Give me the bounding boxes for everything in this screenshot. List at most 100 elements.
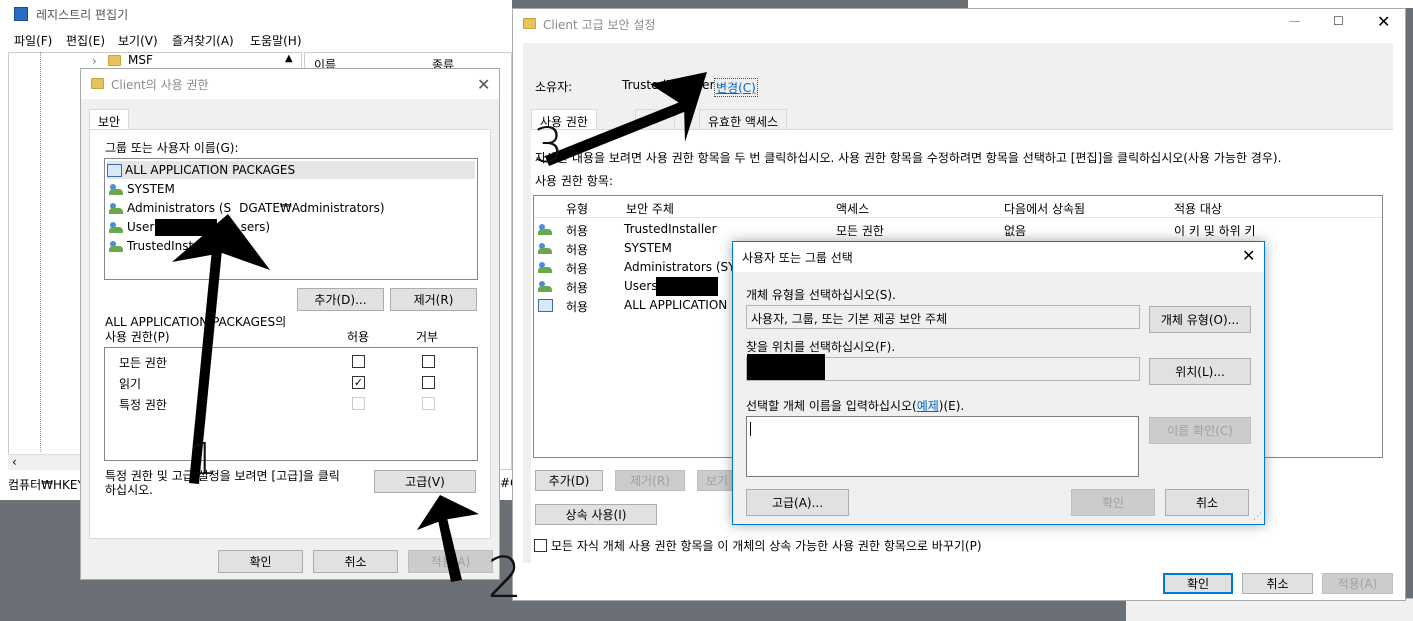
annotation-number-3: 3 [533,118,564,174]
background-window-strip [968,0,1413,8]
text-caret [750,422,751,436]
object-names-label-post: )(E). [938,399,965,413]
regedit-title: 레지스트리 편집기 [36,8,129,22]
select-advanced-button[interactable]: 고급(A)... [746,489,849,516]
maximize-icon[interactable]: ☐ [1333,14,1344,28]
select-cancel-button[interactable]: 취소 [1165,489,1249,516]
remove-principal-button[interactable]: 제거(R) [390,288,477,311]
users-icon [538,280,553,293]
column-type[interactable]: 유형 [566,200,588,217]
object-type-value: 사용자, 그룹, 또는 기본 제공 보안 주체 [751,312,948,326]
permissions-for-line2: 사용 권한(P) [105,330,170,344]
add-principal-button[interactable]: 추가(D)... [297,288,384,311]
advanced-button[interactable]: 고급(V) [374,470,476,493]
list-item[interactable]: TrustedInstal [109,237,204,255]
list-item[interactable]: Administrators (S DGATE₩Administrators) [109,199,385,217]
list-item[interactable]: SYSTEM [109,180,175,198]
row-applies: 이 키 및 하위 키 [1174,224,1256,238]
examples-link[interactable]: 예제 [917,399,939,413]
group-user-list[interactable]: ALL APPLICATION PACKAGES SYSTEM Administ… [104,158,478,280]
scroll-left-icon[interactable]: ‹ [12,455,17,469]
permissions-ok-button[interactable]: 확인 [218,550,303,573]
deny-read-checkbox[interactable] [422,376,435,389]
tree-node-msf[interactable]: MSF [128,53,153,67]
menu-help[interactable]: 도움말(H) [250,32,302,49]
add-entry-button[interactable]: 추가(D) [535,470,603,491]
tree-expander-icon[interactable]: › [92,54,97,68]
row-principal: SYSTEM [624,241,672,255]
list-item[interactable]: ALL APPLICATION PACKAGES [107,161,475,179]
advanced-ok-button[interactable]: 확인 [1163,573,1233,594]
principal-name: Administrators (S [127,201,232,215]
close-icon[interactable]: ✕ [477,75,490,94]
annotation-number-2: 2 [487,546,523,611]
advanced-apply-button[interactable]: 적용(A) [1322,573,1393,594]
select-user-dialog: 사용자 또는 그룹 선택 ✕ 개체 유형을 선택하십시오(S). 사용자, 그룹… [732,241,1265,525]
replace-child-permissions-checkbox[interactable] [534,539,547,552]
menu-file[interactable]: 파일(F) [14,32,52,49]
row-inherited: 없음 [1004,224,1027,238]
location-label: 찾을 위치를 선택하십시오(F). [746,340,896,354]
users-icon [109,183,124,196]
change-owner-link[interactable]: 변경(C) [714,78,758,97]
list-header: 유형 보안 주체 액세스 다음에서 상속됨 적용 대상 [534,196,1382,218]
resize-grip-icon[interactable]: ⋰ [1253,512,1262,522]
permission-name: 특정 권한 [119,398,167,412]
close-icon[interactable]: ✕ [1242,246,1255,265]
principal-name: SYSTEM [127,182,175,196]
object-types-button[interactable]: 개체 유형(O)... [1149,306,1251,333]
principal-suffix: sers) [240,220,271,234]
advanced-cancel-button[interactable]: 취소 [1242,573,1313,594]
principal-name: TrustedInstal [127,239,204,253]
folder-icon [91,78,104,89]
table-row[interactable]: 허용 TrustedInstaller 모든 권한 없음 이 키 및 하위 키 [534,220,1382,239]
redaction [155,219,217,236]
permissions-cancel-button[interactable]: 취소 [313,550,398,573]
column-access[interactable]: 액세스 [836,200,869,217]
permissions-apply-button[interactable]: 적용(A) [408,550,493,573]
row-type: 허용 [566,224,589,238]
users-icon [538,261,553,274]
enable-inheritance-button[interactable]: 상속 사용(I) [535,504,657,525]
menu-favorites[interactable]: 즐겨찾기(A) [172,32,234,49]
select-ok-button[interactable]: 확인 [1071,489,1155,516]
info-text: 자세한 내용을 보려면 사용 권한 항목을 두 번 클릭하십시오. 사용 권한 … [535,151,1282,165]
permissions-titlebar: Client의 사용 권한 ✕ [81,69,499,99]
allow-full-control-checkbox[interactable] [352,355,365,368]
minimize-icon[interactable]: — [1289,14,1301,28]
row-principal: Administrators (SYN [624,260,745,274]
permission-list: 모든 권한 읽기 ✓ 특정 권한 [104,347,478,461]
owner-label: 소유자: [535,80,573,94]
row-type: 허용 [566,300,589,314]
column-applies[interactable]: 적용 대상 [1174,200,1222,217]
menu-view[interactable]: 보기(V) [118,32,158,49]
advanced-hint: 특정 권한 및 고급 설정을 보려면 [고급]을 클릭 하십시오. [105,469,340,497]
advanced-titlebar: Client 고급 보안 설정 — ☐ ✕ [513,9,1405,39]
annotation-number-1: 1 [190,434,218,485]
close-icon[interactable]: ✕ [1377,12,1390,31]
object-type-field: 사용자, 그룹, 또는 기본 제공 보안 주체 [746,305,1140,329]
view-entry-button[interactable]: 보기 [697,470,737,491]
allow-read-checkbox[interactable]: ✓ [352,376,365,389]
permissions-dialog: Client의 사용 권한 ✕ 보안 그룹 또는 사용자 이름(G): ALL … [80,68,500,580]
folder-icon [108,55,121,66]
object-names-input[interactable] [746,416,1139,477]
group-user-label: 그룹 또는 사용자 이름(G): [105,141,239,155]
remove-entry-button[interactable]: 제거(R) [615,470,685,491]
allow-header: 허용 [347,330,370,344]
users-icon [538,242,553,255]
row-principal: TrustedInstaller [624,222,717,236]
deny-full-control-checkbox[interactable] [422,355,435,368]
select-user-titlebar: 사용자 또는 그룹 선택 ✕ [733,242,1264,272]
check-names-button[interactable]: 이름 확인(C) [1149,417,1251,444]
users-icon [109,221,124,234]
deny-header: 거부 [416,330,439,344]
replace-child-permissions-label: 모든 자식 개체 사용 권한 항목을 이 개체의 상속 가능한 사용 권한 항목… [551,539,982,553]
scroll-up-icon[interactable]: ▲ [285,53,293,64]
row-type: 허용 [566,281,589,295]
column-inherited[interactable]: 다음에서 상속됨 [1004,200,1085,217]
regedit-icon [14,7,28,21]
locations-button[interactable]: 위치(L)... [1149,358,1251,385]
menu-edit[interactable]: 편집(E) [66,32,105,49]
column-principal[interactable]: 보안 주체 [626,200,674,217]
